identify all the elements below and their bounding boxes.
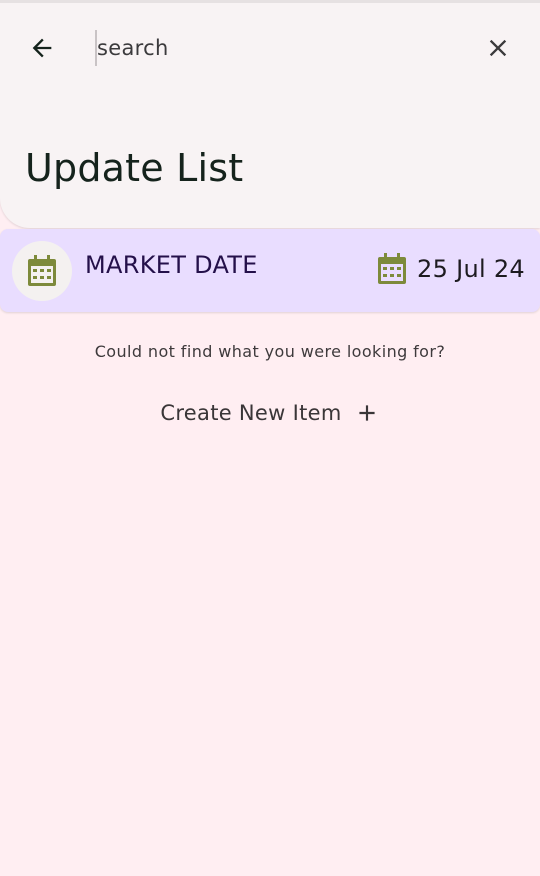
item-avatar: [12, 241, 72, 301]
search-field[interactable]: [95, 28, 455, 68]
back-button[interactable]: [22, 28, 62, 68]
page-title: Update List: [25, 146, 244, 190]
list-item-market-date[interactable]: MARKET DATE 25 Jul 24: [0, 229, 540, 312]
close-icon: [489, 39, 507, 57]
plus-icon: [354, 400, 380, 426]
search-input[interactable]: [97, 36, 417, 60]
create-new-item-button[interactable]: Create New Item: [155, 393, 385, 433]
not-found-message: Could not find what you were looking for…: [94, 342, 446, 361]
clear-search-button[interactable]: [478, 28, 518, 68]
item-label: MARKET DATE: [85, 251, 258, 279]
date-value: 25 Jul 24: [417, 255, 525, 283]
item-date: 25 Jul 24: [377, 253, 525, 285]
calendar-icon: [28, 255, 56, 286]
arrow-left-icon: [32, 38, 52, 58]
create-new-item-label: Create New Item: [160, 401, 342, 425]
calendar-icon: [378, 253, 406, 284]
top-app-bar: Update List: [0, 0, 540, 228]
